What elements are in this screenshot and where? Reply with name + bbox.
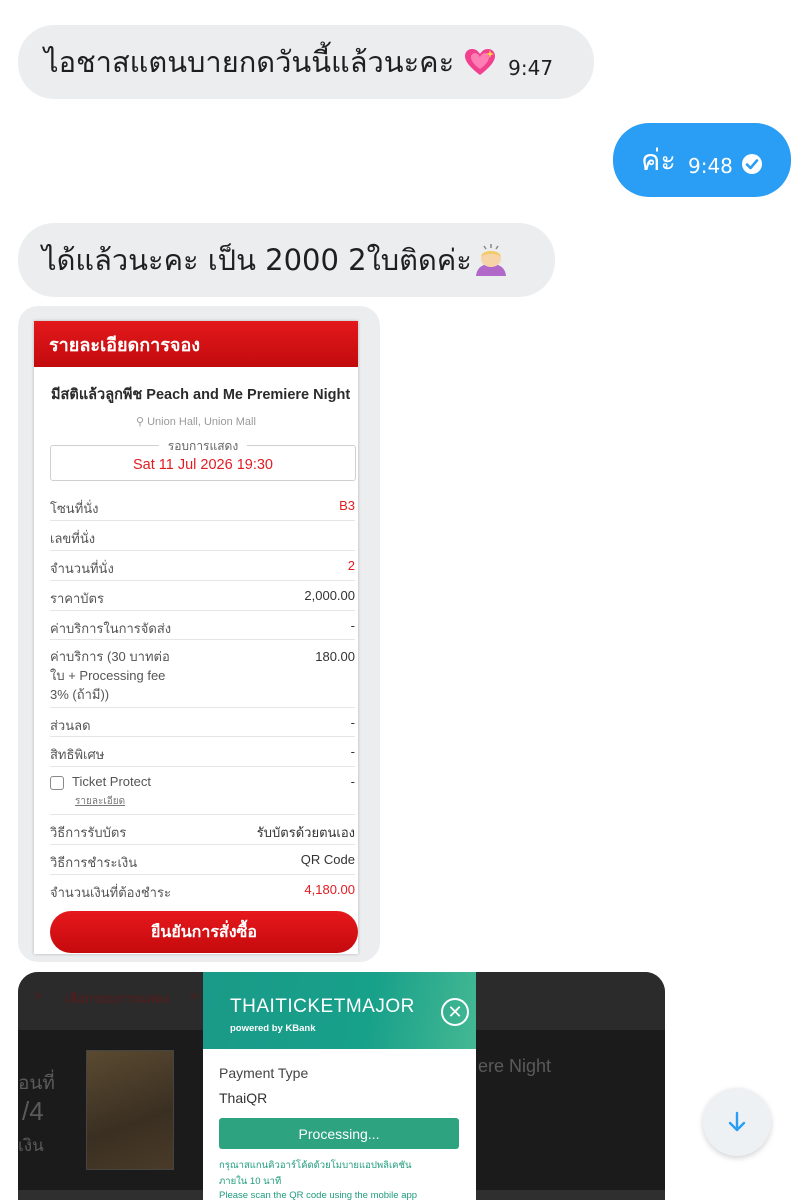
label-line: ค่าบริการ (30 บาทต่อ [50,649,170,664]
row-delivery: ค่าบริการในการจัดส่ง - [50,611,355,640]
ticket-protect-checkbox[interactable] [50,775,64,790]
event-poster [86,1050,174,1170]
map-pin-icon: ⚲ [136,416,145,428]
scroll-to-bottom-button[interactable] [703,1088,771,1156]
showtime-label: รอบการแสดง [158,437,248,456]
row-pickup: วิธีการรับบัตร รับบัตรด้วยตนเอง [50,815,355,845]
showtime-date: Sat 11 Jul 2026 19:30 [132,457,273,473]
payment-type-value: ThaiQR [219,1090,268,1106]
showtime-box: รอบการแสดง Sat 11 Jul 2026 19:30 [50,437,356,481]
row-value: 2 [347,558,355,573]
message-bubble-incoming[interactable]: ได้แล้วนะคะ เป็น 2000 2ใบติดค่ะ [18,223,555,297]
bg-text: อนที่ [18,1073,55,1094]
ticket-protect-label: Ticket Protect [72,774,151,789]
message-time: 9:47 [508,56,554,80]
payment-type-label: Payment Type [219,1065,309,1081]
label-line: ใบ + Processing fee [50,668,166,683]
row-label: ค่าบริการ (30 บาทต่อ ใบ + Processing fee… [50,647,170,704]
message-bubble-incoming[interactable]: ไอชาสแตนบายกดวันนี้แล้วนะคะ 9:47 [18,25,594,99]
row-value: - [350,618,355,633]
row-label: เลขที่นั่ง [50,531,96,546]
scan-instruction-th: กรุณาสแกนคิวอาร์โค้ดด้วยโมบายแอปพลิเคชัน [219,1160,412,1171]
row-value: 180.00 [315,649,355,664]
scan-instruction-th-time: ภายใน 10 นาที [219,1176,282,1187]
row-value: QR Code [300,852,355,867]
payment-image-bubble[interactable]: > เลือกรอบการแสดง > อนที่ /4 เงิน ere Ni… [18,972,665,1200]
processing-button[interactable]: Processing... [219,1118,459,1149]
row-label: สิทธิพิเศษ [50,747,105,762]
scan-instruction-en: Please scan the QR code using the mobile… [219,1190,418,1200]
row-value: B3 [339,498,355,513]
row-label: โซนที่นั่ง [50,501,99,516]
brand-subtitle: powered by KBank [230,1023,316,1034]
message-text: ค่ะ [641,143,676,177]
row-value: - [350,744,355,759]
row-price: ราคาบัตร 2,000.00 [50,581,355,611]
confirm-order-button[interactable]: ยืนยันการสั่งซื้อ [50,911,358,953]
venue: ⚲ Union Hall, Union Mall [34,415,358,428]
booking-rows: โซนที่นั่ง B3 เลขที่นั่ง จำนวนที่นั่ง 2 … [50,491,355,905]
row-payment: วิธีการชำระเงิน QR Code [50,845,355,875]
booking-details-card: รายละเอียดการจอง มีสติแล้วลูกพีช Peach a… [34,321,358,954]
row-seat: เลขที่นั่ง [50,521,355,551]
row-label: จำนวนเงินที่ต้องชำระ [50,885,171,900]
row-label: วิธีการชำระเงิน [50,855,138,870]
row-label: Ticket Protect รายละเอียด [50,774,151,809]
message-time: 9:48 [687,154,733,178]
arrow-down-icon [728,1111,746,1132]
row-zone: โซนที่นั่ง B3 [50,491,355,521]
sparkling-heart-icon [465,49,496,75]
venue-name: Union Hall, Union Mall [147,416,256,428]
person-bowing-icon [475,244,506,276]
ticket-protect-details-link[interactable]: รายละเอียด [75,794,151,809]
breadcrumb-separator: > [34,988,42,1003]
row-label: ส่วนลด [50,718,91,733]
row-label: ราคาบัตร [50,591,104,606]
payment-modal: THAITICKETMAJOR powered by KBank ✕ Payme… [203,972,476,1200]
booking-image-bubble[interactable]: รายละเอียดการจอง มีสติแล้วลูกพีช Peach a… [18,306,380,962]
check-circle-icon [741,154,762,174]
modal-header: THAITICKETMAJOR powered by KBank ✕ [203,972,476,1049]
row-service-fee: ค่าบริการ (30 บาทต่อ ใบ + Processing fee… [50,640,355,708]
brand-logo: THAITICKETMAJOR [230,996,415,1017]
row-value: 4,180.00 [304,882,355,897]
row-value: 2,000.00 [304,588,355,603]
row-discount: ส่วนลด - [50,708,355,737]
row-qty: จำนวนที่นั่ง 2 [50,551,355,581]
row-privilege: สิทธิพิเศษ - [50,737,355,767]
row-label: วิธีการรับบัตร [50,825,127,840]
bg-text: /4 [22,1096,44,1126]
row-value: รับบัตรด้วยตนเอง [256,825,355,840]
bg-text: เงิน [18,1136,44,1155]
row-label: จำนวนที่นั่ง [50,561,114,576]
message-text: ไอชาสแตนบายกดวันนี้แล้วนะคะ [44,45,455,79]
message-text: ได้แล้วนะคะ เป็น 2000 2ใบติดค่ะ [42,243,472,277]
row-ticket-protect: Ticket Protect รายละเอียด - [50,767,355,815]
card-header: รายละเอียดการจอง [34,321,358,367]
close-icon[interactable]: ✕ [441,998,469,1026]
label-line: 3% (ถ้ามี)) [50,687,110,702]
row-total: จำนวนเงินที่ต้องชำระ 4,180.00 [50,875,355,905]
row-value: - [350,774,355,789]
event-title: มีสติแล้วลูกพีช Peach and Me Premiere Ni… [51,387,351,403]
breadcrumb-item: เลือกรอบการแสดง [65,991,170,1006]
row-label: ค่าบริการในการจัดส่ง [50,621,172,636]
breadcrumb-separator: > [190,988,198,1003]
bg-event-title: ere Night [478,1056,552,1076]
row-value: - [350,715,355,730]
message-bubble-outgoing[interactable]: ค่ะ 9:48 [613,123,791,197]
